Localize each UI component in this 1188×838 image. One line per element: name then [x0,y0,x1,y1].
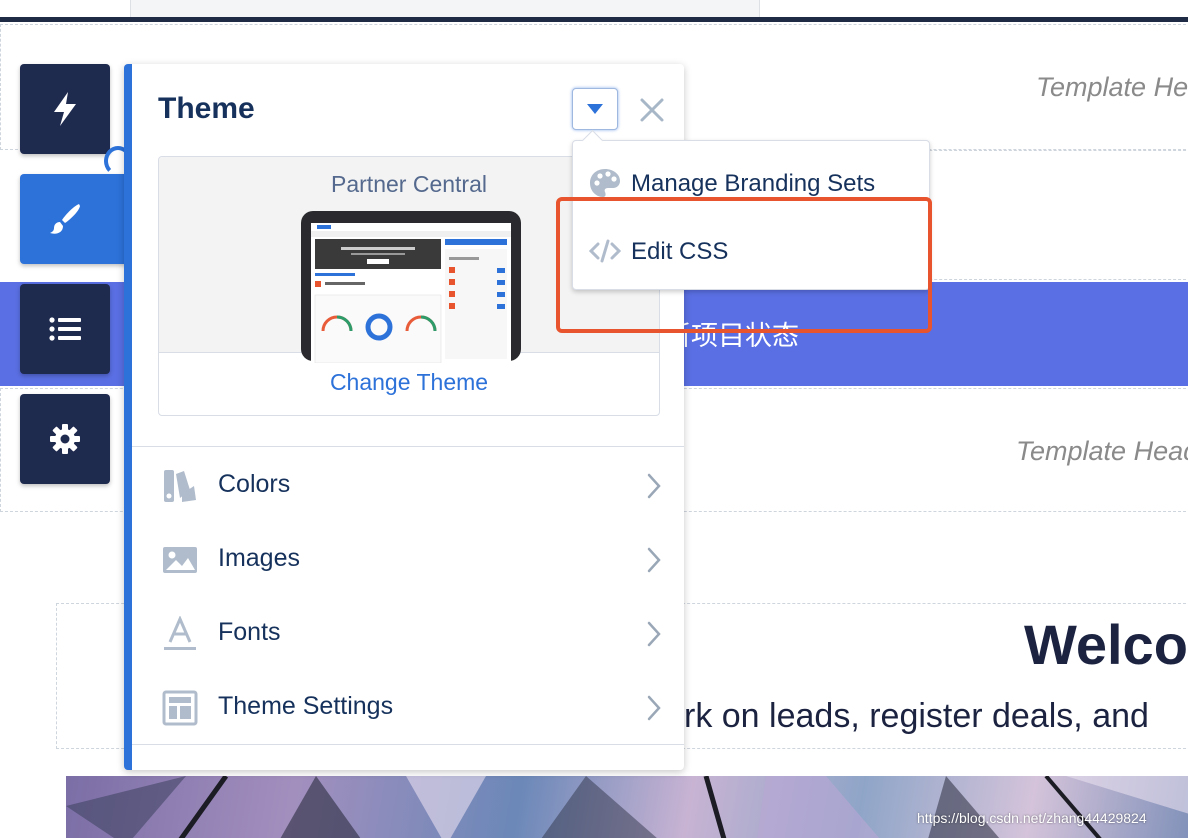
panel-title: Theme [158,92,255,125]
chevron-right-icon [647,547,661,573]
rail-components-button[interactable] [20,64,110,154]
panel-divider [132,446,684,447]
change-theme-link[interactable]: Change Theme [159,369,659,396]
template-header-label-1: Template Hea [1036,72,1188,102]
menu-item-images[interactable]: Images [132,522,684,596]
menu-item-label: Theme Settings [218,692,394,720]
welcome-title: Welco [1024,613,1188,676]
color-swatch-icon [164,470,196,502]
palette-icon [590,169,620,197]
chevron-right-icon [647,621,661,647]
caret-down-icon [587,104,603,114]
welcome-subtitle: rk on leads, register deals, and [684,697,1149,735]
list-icon [49,317,81,341]
menu-item-label: Fonts [218,618,281,646]
chevron-right-icon [647,695,661,721]
hero-image [66,776,1188,838]
menu-item-fonts[interactable]: Fonts [132,596,684,670]
font-icon [164,616,196,650]
rail-theme-button[interactable] [20,174,128,264]
menu-item-theme-settings[interactable]: Theme Settings [132,670,684,744]
rail-page-structure-button[interactable] [20,284,110,374]
lightning-icon [54,92,76,126]
template-header-label-2: Template Head [1016,436,1188,466]
menu-item-label: Manage Branding Sets [631,170,876,197]
brush-icon [50,204,80,234]
panel-divider [132,744,684,745]
image-icon [163,547,197,573]
chevron-right-icon [647,473,661,499]
rail-settings-button[interactable] [20,394,110,484]
theme-thumbnail [301,211,521,363]
canvas-header-bar [0,17,1188,22]
layout-icon [162,690,198,726]
menu-item-colors[interactable]: Colors [132,448,684,522]
watermark: https://blog.csdn.net/zhang44429824 [917,810,1147,826]
annotation-highlight-box [556,197,932,333]
theme-options-dropdown-button[interactable] [572,88,618,130]
gear-icon [50,424,80,454]
menu-item-label: Images [218,544,300,572]
close-button[interactable] [634,92,670,128]
close-icon [640,98,664,122]
menu-item-label: Colors [218,470,291,498]
